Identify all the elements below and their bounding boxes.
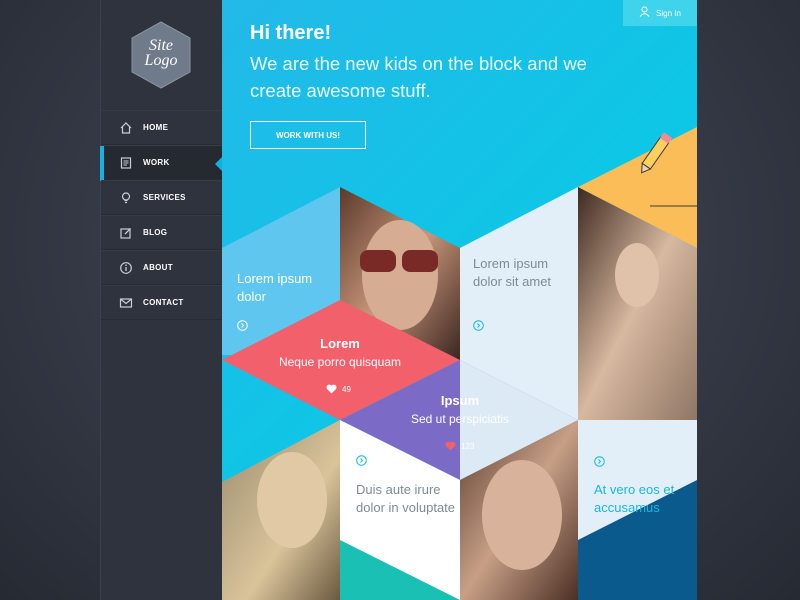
card-ipsum-likes[interactable]: 123 <box>445 441 474 451</box>
edit-icon <box>119 226 133 240</box>
nav-label-work: WORK <box>143 158 170 167</box>
arrow-right-icon[interactable] <box>356 455 367 466</box>
nav-label-blog: BLOG <box>143 228 168 237</box>
nav-item-work[interactable]: WORK <box>100 145 223 181</box>
brunette-face <box>482 460 562 570</box>
info-icon <box>119 261 133 275</box>
like-count: 123 <box>461 441 475 451</box>
far-right-face <box>615 243 659 307</box>
work-with-us-button[interactable]: WORK WITH US! <box>250 121 366 149</box>
nav-label-contact: CONTACT <box>143 298 184 307</box>
nav-item-about[interactable]: ABOUT <box>101 250 223 285</box>
card-lorem-likes[interactable]: 49 <box>326 384 351 394</box>
heart-icon <box>445 441 456 451</box>
signin-button[interactable]: Sign In <box>623 0 697 26</box>
nav-item-services[interactable]: SERVICES <box>101 180 223 215</box>
document-icon <box>119 156 133 170</box>
nav-label-services: SERVICES <box>143 193 186 202</box>
arrow-right-icon[interactable] <box>473 320 484 331</box>
arrow-right-icon[interactable] <box>237 320 248 331</box>
hero-title: Hi there! <box>250 22 332 44</box>
heart-icon <box>326 384 337 394</box>
card-lorem-subtitle: Neque porro quisquam <box>278 355 402 369</box>
site-logo[interactable]: Site Logo <box>126 20 196 90</box>
like-count: 49 <box>342 384 351 394</box>
logo-line-1: Site <box>149 37 173 54</box>
card-ipsum-title: Ipsum <box>440 393 480 408</box>
arrow-right-icon[interactable] <box>594 456 605 467</box>
nav-label-about: ABOUT <box>143 263 173 272</box>
signin-label: Sign In <box>656 8 681 18</box>
tile-bottom-text: Duis aute irure dolor in voluptate <box>356 482 456 515</box>
sunglasses-lens-left <box>360 250 396 272</box>
tile-left-text: Lorem ipsum dolor <box>237 271 313 304</box>
sunglasses-face <box>362 220 438 330</box>
home-icon <box>119 121 133 135</box>
sunglasses-lens-right <box>402 250 438 272</box>
nav-item-home[interactable]: HOME <box>101 110 223 145</box>
card-ipsum-subtitle: Sed ut perspiciatis <box>410 412 510 426</box>
card-lorem-title: Lorem <box>320 336 360 351</box>
nav-item-blog[interactable]: BLOG <box>101 215 223 250</box>
logo-line-2: Logo <box>144 52 178 69</box>
blonde-face <box>257 452 327 548</box>
mail-icon <box>119 296 133 310</box>
tile-far-right-text: At vero eos et accusamus <box>594 482 675 515</box>
main-content: Sign In Hi there! We are the new kids on… <box>222 0 697 600</box>
logo-text: Site Logo <box>126 37 196 69</box>
tile-right-text: Lorem ipsum dolor sit amet <box>473 256 552 289</box>
sidebar: Site Logo HOME WORK SERVICES BLOG ABOUT … <box>100 0 223 600</box>
lightbulb-icon <box>119 191 133 205</box>
nav-item-contact[interactable]: CONTACT <box>101 285 223 320</box>
nav-label-home: HOME <box>143 123 169 132</box>
main-nav: HOME WORK SERVICES BLOG ABOUT CONTACT <box>100 110 223 320</box>
user-icon <box>639 4 650 22</box>
hero-subtitle: We are the new kids on the block and we … <box>250 53 587 101</box>
